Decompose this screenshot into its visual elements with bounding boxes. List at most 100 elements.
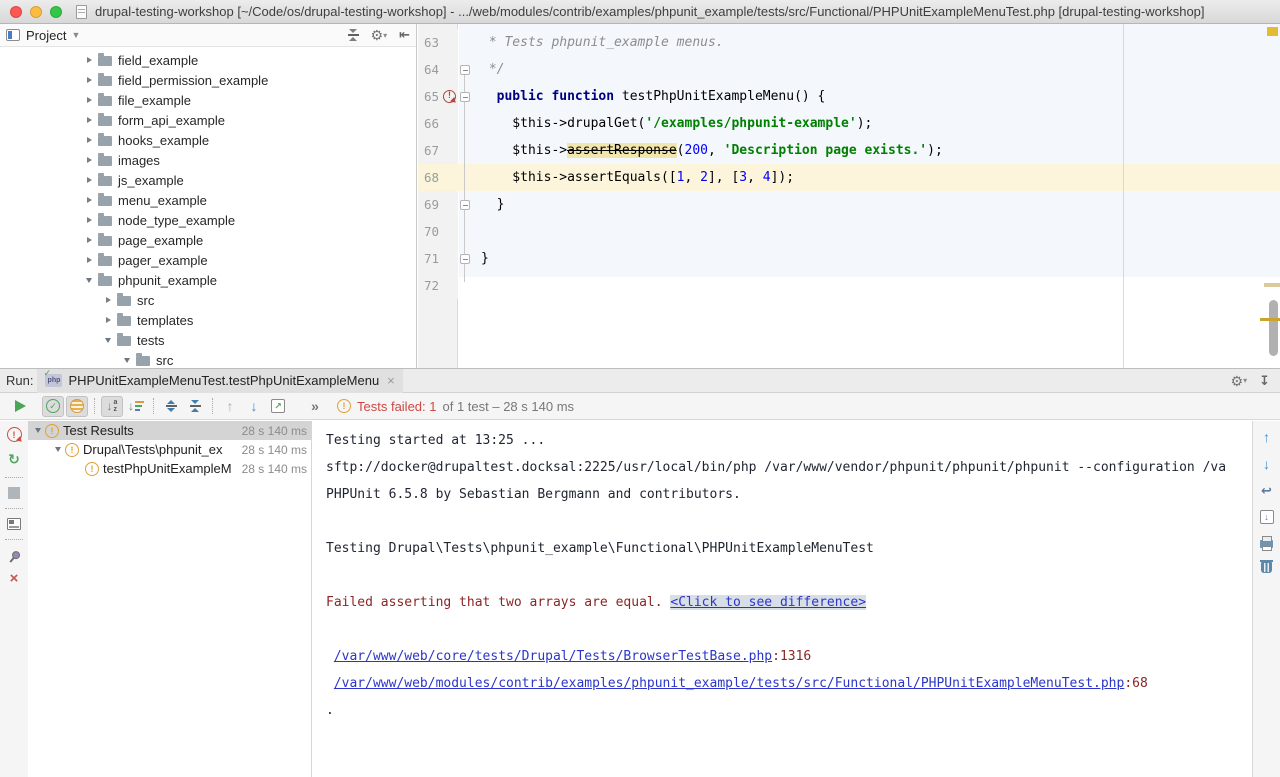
expand-arrow-icon[interactable]	[84, 177, 94, 183]
error-stripe-mark[interactable]	[1267, 27, 1278, 36]
expand-all-button[interactable]	[160, 396, 182, 417]
expand-arrow-icon[interactable]	[103, 297, 113, 303]
expand-arrow-icon[interactable]	[84, 97, 94, 103]
code-line[interactable]: 64 */	[418, 56, 1280, 83]
console-file-link[interactable]: /var/www/web/modules/contrib/examples/ph…	[334, 676, 1125, 691]
tree-item[interactable]: field_permission_example	[0, 70, 416, 90]
settings-icon[interactable]: ⚙▾	[371, 28, 388, 42]
tree-item[interactable]: images	[0, 150, 416, 170]
close-icon[interactable]: ×	[10, 572, 19, 586]
tree-item[interactable]: tests	[0, 330, 416, 350]
tree-item[interactable]: file_example	[0, 90, 416, 110]
sort-alphabetically-icon[interactable]: ↓az	[107, 399, 118, 413]
pin-tab-icon[interactable]	[7, 549, 21, 563]
expand-arrow-icon[interactable]	[84, 137, 94, 143]
previous-occurrence-button[interactable]: ↑	[219, 396, 241, 417]
project-panel-title[interactable]: Project	[26, 28, 66, 43]
show-passed-button[interactable]: ✓	[42, 396, 64, 417]
sort-by-duration-button[interactable]: ↓	[125, 396, 147, 417]
expand-arrow-icon[interactable]	[84, 197, 94, 203]
collapse-arrow-icon[interactable]	[103, 338, 113, 343]
tree-item[interactable]: field_example	[0, 50, 416, 70]
soft-wrap-icon[interactable]: ↩	[1261, 483, 1272, 499]
code-line[interactable]: 69 }	[418, 191, 1280, 218]
close-window-button[interactable]	[10, 6, 22, 18]
tree-item[interactable]: node_type_example	[0, 210, 416, 230]
code-line[interactable]: 68 $this->assertEquals([1, 2], [3, 4]);	[418, 164, 1280, 191]
expand-arrow-icon[interactable]	[84, 257, 94, 263]
clear-all-icon[interactable]	[1261, 559, 1272, 573]
next-occurrence-icon[interactable]: ↓	[251, 398, 258, 414]
tree-item[interactable]: src	[0, 350, 416, 368]
toggle-auto-test-icon[interactable]: ↻	[8, 451, 20, 468]
test-tree-item[interactable]: !Drupal\Tests\phpunit_ex28 s 140 ms	[28, 440, 311, 459]
expand-arrow-icon[interactable]	[84, 57, 94, 63]
scroll-from-source-icon[interactable]	[348, 29, 359, 41]
tree-item[interactable]: src	[0, 290, 416, 310]
code-line[interactable]: 71}	[418, 245, 1280, 272]
print-icon[interactable]	[1260, 535, 1273, 548]
fold-marker-icon[interactable]	[460, 254, 470, 264]
fold-marker-icon[interactable]	[460, 65, 470, 75]
show-ignored-button[interactable]	[66, 396, 88, 417]
caret-stripe-mark[interactable]	[1260, 318, 1280, 321]
tree-item[interactable]: js_example	[0, 170, 416, 190]
code-text[interactable]: $this->assertEquals([1, 2], [3, 4]);	[481, 170, 794, 185]
show-ignored-icon[interactable]	[70, 399, 84, 413]
sort-alphabetically-button[interactable]: ↓az	[101, 396, 123, 417]
expand-arrow-icon[interactable]	[84, 77, 94, 83]
run-configuration-tab[interactable]: php PHPUnitExampleMenuTest.testPhpUnitEx…	[37, 369, 402, 393]
expand-all-icon[interactable]	[166, 400, 177, 412]
hide-panel-icon[interactable]: ⇤	[399, 27, 410, 43]
play-icon[interactable]	[15, 400, 26, 412]
see-difference-link[interactable]: <Click to see difference>	[670, 595, 866, 610]
tree-item[interactable]: pager_example	[0, 250, 416, 270]
code-text[interactable]: }	[481, 197, 504, 212]
expand-arrow-icon[interactable]	[84, 157, 94, 163]
collapse-arrow-icon[interactable]	[122, 358, 132, 363]
more-button[interactable]: »	[304, 396, 326, 417]
settings-icon[interactable]: ⚙▾	[1231, 374, 1248, 388]
expand-arrow-icon[interactable]	[84, 237, 94, 243]
code-line[interactable]: 70	[418, 218, 1280, 245]
hide-panel-down-icon[interactable]: ↧	[1259, 373, 1270, 389]
code-editor[interactable]: 63 * Tests phpunit_example menus.64 */65…	[418, 24, 1280, 368]
collapse-arrow-icon[interactable]	[84, 278, 94, 283]
code-line[interactable]: 66 $this->drupalGet('/examples/phpunit-e…	[418, 110, 1280, 137]
code-text[interactable]: * Tests phpunit_example menus.	[481, 35, 724, 50]
code-text[interactable]: }	[481, 251, 489, 266]
code-text[interactable]: $this->drupalGet('/examples/phpunit-exam…	[481, 116, 872, 131]
test-tree-item[interactable]: !testPhpUnitExampleM28 s 140 ms	[28, 459, 311, 478]
show-passed-icon[interactable]: ✓	[46, 399, 60, 413]
tree-item[interactable]: form_api_example	[0, 110, 416, 130]
rerun-failed-tests-icon[interactable]: !	[7, 427, 22, 442]
tree-item[interactable]: menu_example	[0, 190, 416, 210]
test-tree-item[interactable]: !Test Results28 s 140 ms	[28, 421, 311, 440]
expand-arrow-icon[interactable]	[84, 117, 94, 123]
restore-layout-icon[interactable]	[7, 518, 21, 530]
sort-by-duration-icon[interactable]: ↓	[128, 399, 144, 413]
more-icon[interactable]: »	[303, 398, 327, 414]
code-line[interactable]: 63 * Tests phpunit_example menus.	[418, 29, 1280, 56]
minimize-window-button[interactable]	[30, 6, 42, 18]
code-text[interactable]: $this->assertResponse(200, 'Description …	[481, 143, 943, 158]
previous-message-icon[interactable]: ↑	[1263, 429, 1270, 445]
code-line[interactable]: 67 $this->assertResponse(200, 'Descripti…	[418, 137, 1280, 164]
close-tab-icon[interactable]: ×	[387, 373, 395, 388]
console-file-link[interactable]: /var/www/web/core/tests/Drupal/Tests/Bro…	[334, 649, 772, 664]
play-button[interactable]	[9, 396, 31, 417]
tree-item[interactable]: hooks_example	[0, 130, 416, 150]
collapse-all-icon[interactable]	[190, 400, 201, 412]
previous-occurrence-icon[interactable]: ↑	[227, 398, 234, 414]
collapse-arrow-icon[interactable]	[33, 428, 43, 433]
collapse-arrow-icon[interactable]	[53, 447, 63, 452]
zoom-window-button[interactable]	[50, 6, 62, 18]
code-text[interactable]: */	[481, 62, 504, 77]
next-occurrence-button[interactable]: ↓	[243, 396, 265, 417]
tree-item[interactable]: templates	[0, 310, 416, 330]
next-message-icon[interactable]: ↓	[1263, 456, 1270, 472]
fold-marker-icon[interactable]	[460, 92, 470, 102]
failed-test-gutter-icon[interactable]: !	[443, 90, 456, 103]
collapse-all-button[interactable]	[184, 396, 206, 417]
tree-item[interactable]: phpunit_example	[0, 270, 416, 290]
